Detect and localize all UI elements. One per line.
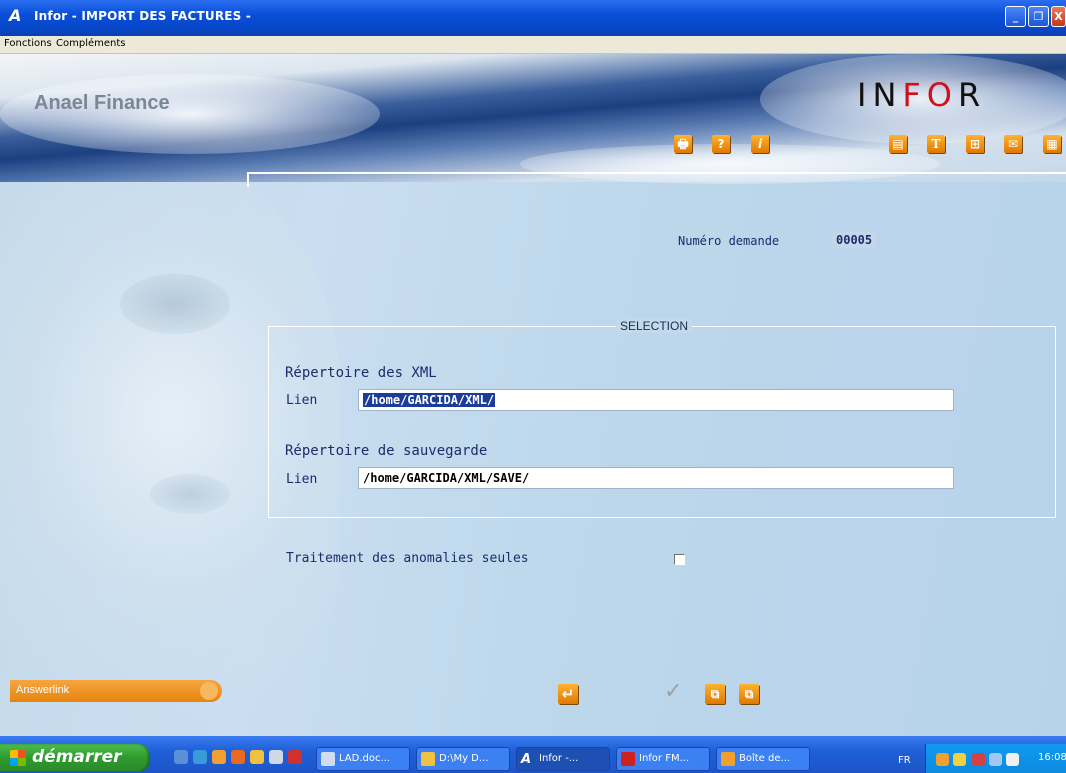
- background-portrait-eye: [120, 274, 230, 334]
- xml-link-value: /home/GARCIDA/XML/: [363, 393, 496, 407]
- quicklaunch-notepad-icon[interactable]: [269, 750, 283, 764]
- tray-network-icon[interactable]: [989, 753, 1002, 766]
- window-title-bar[interactable]: A Infor - IMPORT DES FACTURES - _ ❐ X: [0, 0, 1066, 36]
- logo-text-right: R: [957, 76, 987, 114]
- windows-logo-icon: [10, 750, 26, 766]
- document-icon[interactable]: ▤: [889, 135, 907, 153]
- save-link-label: Lien: [286, 472, 318, 487]
- minimize-button[interactable]: _: [1005, 6, 1026, 27]
- save-link-value: /home/GARCIDA/XML/SAVE/: [363, 471, 530, 485]
- content-frame-line: [247, 172, 1066, 187]
- grid-icon[interactable]: ⊞: [966, 135, 984, 153]
- task-label: Infor FM...: [639, 753, 690, 764]
- background-portrait-mouth: [150, 474, 230, 514]
- maximize-button[interactable]: ❐: [1028, 6, 1049, 27]
- product-name: Anael Finance: [34, 92, 170, 114]
- enter-icon[interactable]: ↵: [558, 684, 578, 704]
- close-button[interactable]: X: [1051, 6, 1066, 27]
- logo-text-left: IN: [857, 76, 903, 114]
- tray-volume-icon[interactable]: [1006, 753, 1019, 766]
- infor-app-icon: A: [521, 752, 532, 767]
- start-label: démarrer: [32, 747, 122, 767]
- answerlink-label: Answerlink: [16, 684, 70, 696]
- selection-legend: SELECTION: [616, 319, 693, 333]
- task-my-documents[interactable]: D:\My D...: [416, 747, 510, 771]
- task-boite[interactable]: Boîte de...: [716, 747, 810, 771]
- request-number-label: Numéro demande: [678, 234, 780, 248]
- tray-shield-icon[interactable]: [953, 753, 966, 766]
- infor-logo: INFOR: [857, 76, 986, 114]
- validate-check-icon[interactable]: ✓: [664, 679, 682, 704]
- task-label: LAD.doc...: [339, 753, 391, 764]
- language-indicator[interactable]: FR: [898, 755, 911, 766]
- task-label: Infor -...: [539, 753, 579, 764]
- app-icon: A: [9, 6, 22, 25]
- taskbar: démarrer LAD.doc... D:\My D... A Infor -.…: [0, 736, 1066, 773]
- anomalies-label: Traitement des anomalies seules: [286, 551, 529, 566]
- answerlink-knob: [200, 682, 218, 700]
- anomalies-checkbox[interactable]: [674, 554, 685, 565]
- quicklaunch-media-icon[interactable]: [231, 750, 245, 764]
- quicklaunch-app-icon[interactable]: [212, 750, 226, 764]
- copy-icon[interactable]: ⧉: [705, 684, 725, 704]
- start-button[interactable]: démarrer: [0, 744, 150, 772]
- info-icon[interactable]: i: [751, 135, 769, 153]
- task-infor-fm[interactable]: Infor FM...: [616, 747, 710, 771]
- mail-icon[interactable]: ✉: [1004, 135, 1022, 153]
- answerlink-button[interactable]: Answerlink: [10, 680, 222, 702]
- task-infor[interactable]: A Infor -...: [516, 747, 610, 771]
- xml-link-input[interactable]: /home/GARCIDA/XML/: [358, 389, 954, 411]
- window-title: Infor - IMPORT DES FACTURES -: [34, 9, 252, 23]
- selection-group: [268, 326, 1056, 518]
- xml-directory-title: Répertoire des XML: [285, 365, 437, 381]
- save-directory-title: Répertoire de sauvegarde: [285, 443, 488, 459]
- word-doc-icon: [321, 752, 335, 766]
- paste-icon[interactable]: ⧉: [739, 684, 759, 704]
- tray-app-icon[interactable]: [936, 753, 949, 766]
- globe-icon[interactable]: ▦: [1043, 135, 1061, 153]
- logo-text-middle: FO: [902, 76, 958, 114]
- mailbox-icon: [721, 752, 735, 766]
- task-label: D:\My D...: [439, 753, 489, 764]
- infor-fm-icon: [621, 752, 635, 766]
- folder-icon: [421, 752, 435, 766]
- quicklaunch-folder-icon[interactable]: [250, 750, 264, 764]
- tray-antivirus-icon[interactable]: [972, 753, 985, 766]
- quicklaunch-ie-icon[interactable]: [174, 750, 188, 764]
- task-label: Boîte de...: [739, 753, 791, 764]
- quicklaunch-tool-icon[interactable]: [288, 750, 302, 764]
- header-banner: Anael Finance INFOR 🖶 ? i ▤ T ⊞ ✉ ▦: [0, 54, 1066, 184]
- clock: 16:08: [1038, 752, 1066, 763]
- request-number-value: 00005: [832, 232, 877, 248]
- text-icon[interactable]: T: [927, 135, 945, 153]
- menu-complements[interactable]: Compléments: [56, 38, 125, 49]
- quicklaunch-browser-icon[interactable]: [193, 750, 207, 764]
- system-tray: 16:08: [925, 744, 1066, 773]
- printer-icon[interactable]: 🖶: [674, 135, 692, 153]
- help-icon[interactable]: ?: [712, 135, 730, 153]
- menu-fonctions[interactable]: Fonctions: [4, 38, 52, 49]
- save-link-input[interactable]: /home/GARCIDA/XML/SAVE/: [358, 467, 954, 489]
- menu-bar: Fonctions Compléments: [0, 36, 1066, 54]
- main-content: Anael Finance INFOR 🖶 ? i ▤ T ⊞ ✉ ▦ Numé…: [0, 54, 1066, 736]
- task-lad-doc[interactable]: LAD.doc...: [316, 747, 410, 771]
- xml-link-label: Lien: [286, 393, 318, 408]
